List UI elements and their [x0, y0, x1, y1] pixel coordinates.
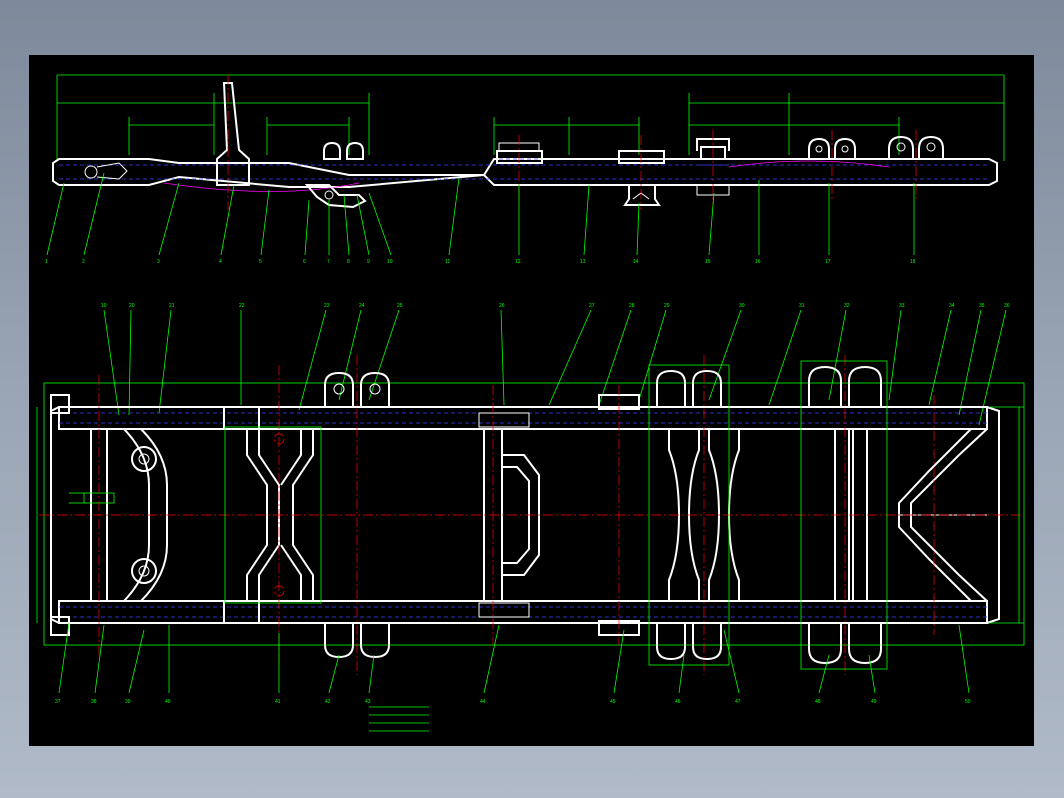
balloon-1: 1 [45, 259, 48, 265]
svg-text:38: 38 [91, 699, 97, 705]
svg-text:20: 20 [129, 303, 135, 309]
svg-text:37: 37 [55, 699, 61, 705]
balloon-17: 17 [825, 259, 831, 265]
balloon-18: 18 [910, 259, 916, 265]
top-rail [59, 407, 987, 429]
svg-text:29: 29 [664, 303, 670, 309]
bottom-rail [59, 601, 987, 623]
svg-text:28: 28 [629, 303, 635, 309]
svg-text:40: 40 [165, 699, 171, 705]
balloon-15: 15 [705, 259, 711, 265]
svg-text:35: 35 [979, 303, 985, 309]
svg-text:50: 50 [965, 699, 971, 705]
balloon-6: 6 [303, 259, 306, 265]
svg-text:49: 49 [871, 699, 877, 705]
plan-view: 19 20 21 22 23 24 25 26 27 28 29 30 31 3… [37, 303, 1024, 731]
plan-balloons-bottom: 37 38 39 40 41 42 43 44 45 46 47 48 49 5… [55, 699, 971, 705]
svg-text:30: 30 [739, 303, 745, 309]
svg-text:32: 32 [844, 303, 850, 309]
svg-text:25: 25 [397, 303, 403, 309]
svg-text:39: 39 [125, 699, 131, 705]
plan-hangers-top [657, 367, 881, 407]
gearbox-side [307, 185, 365, 207]
plan-balloons-top: 19 20 21 22 23 24 25 26 27 28 29 30 31 3… [101, 303, 1010, 309]
balloon-13: 13 [580, 259, 586, 265]
side-balloons: 1 2 3 4 5 6 7 8 9 10 11 12 13 14 15 16 1… [45, 259, 916, 265]
svg-text:23: 23 [324, 303, 330, 309]
cad-canvas: 1 2 3 4 5 6 7 8 9 10 11 12 13 14 15 16 1… [29, 55, 1034, 746]
svg-text:27: 27 [589, 303, 595, 309]
balloon-14: 14 [633, 259, 639, 265]
svg-text:42: 42 [325, 699, 331, 705]
balloon-3: 3 [157, 259, 160, 265]
front-eye [85, 163, 127, 179]
svg-text:43: 43 [365, 699, 371, 705]
balloon-10: 10 [387, 259, 393, 265]
svg-text:44: 44 [480, 699, 486, 705]
svg-text:24: 24 [359, 303, 365, 309]
drawing-svg: 1 2 3 4 5 6 7 8 9 10 11 12 13 14 15 16 1… [29, 55, 1034, 746]
plan-hangers-bottom [657, 623, 881, 663]
svg-text:36: 36 [1004, 303, 1010, 309]
svg-text:31: 31 [799, 303, 805, 309]
balloon-2: 2 [82, 259, 85, 265]
balloon-5: 5 [259, 259, 262, 265]
svg-text:22: 22 [239, 303, 245, 309]
front-bracket [217, 83, 249, 185]
dim-tier-3 [129, 117, 899, 155]
svg-text:45: 45 [610, 699, 616, 705]
dim-tier-2 [57, 93, 1004, 155]
svg-text:33: 33 [899, 303, 905, 309]
note-stack [369, 707, 429, 731]
svg-text:34: 34 [949, 303, 955, 309]
svg-text:46: 46 [675, 699, 681, 705]
bracket-pair-1 [324, 143, 363, 159]
svg-text:21: 21 [169, 303, 175, 309]
balloon-8: 8 [347, 259, 350, 265]
balloon-11: 11 [445, 259, 450, 265]
balloon-4: 4 [219, 259, 222, 265]
svg-text:47: 47 [735, 699, 741, 705]
svg-text:48: 48 [815, 699, 821, 705]
svg-text:19: 19 [101, 303, 107, 309]
svg-text:26: 26 [499, 303, 505, 309]
balloon-12: 12 [515, 259, 521, 265]
balloon-7: 7 [327, 259, 330, 265]
balloon-9: 9 [367, 259, 370, 265]
side-elevation-view: 1 2 3 4 5 6 7 8 9 10 11 12 13 14 15 16 1… [45, 75, 1004, 265]
plan-leaders-bottom [59, 623, 969, 693]
balloon-16: 16 [755, 259, 761, 265]
svg-text:41: 41 [275, 699, 281, 705]
